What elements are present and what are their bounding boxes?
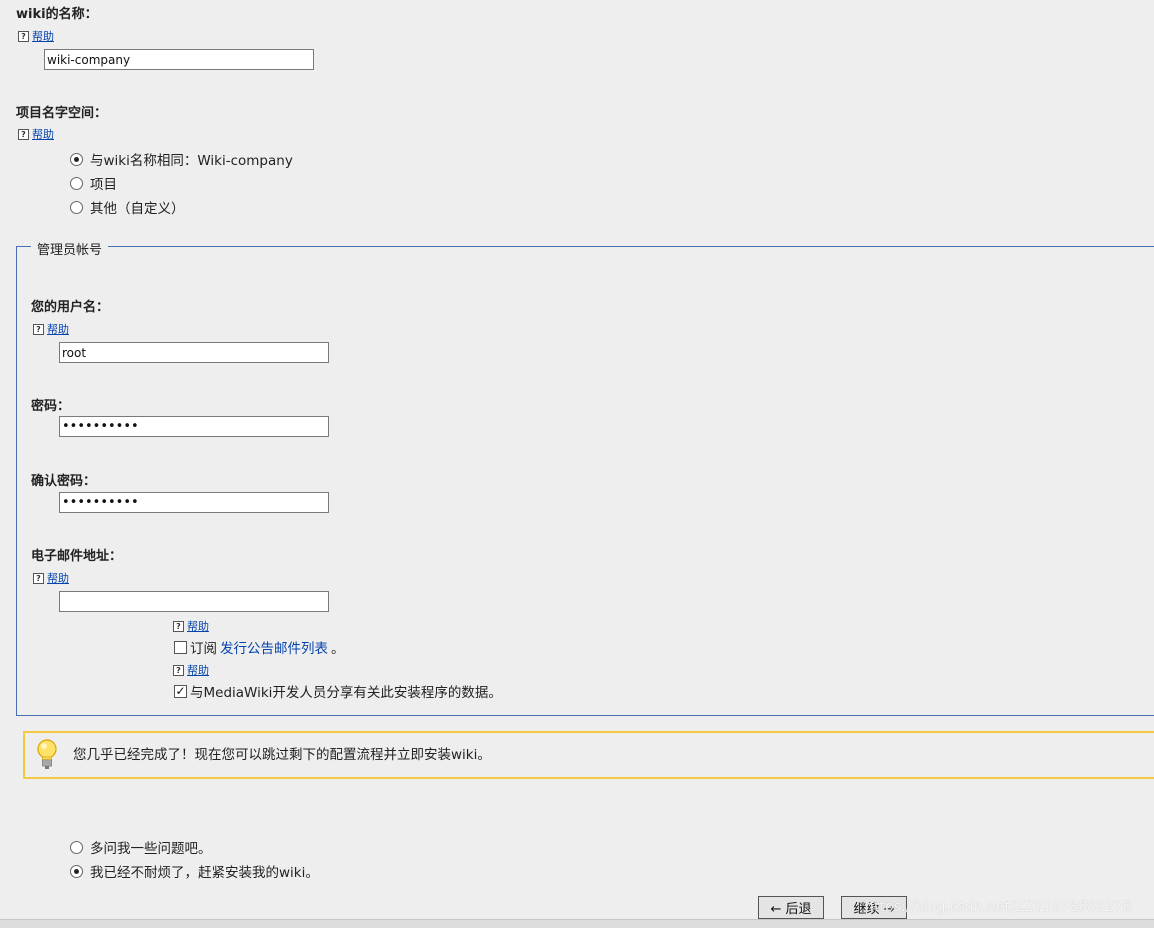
choice-install-now[interactable]: 我已经不耐烦了，赶紧安装我的wiki。 [70, 861, 319, 881]
subscribe-checkbox[interactable] [174, 640, 187, 654]
namespace-option-label: 与wiki名称相同：Wiki-company [90, 153, 293, 169]
namespace-help-link[interactable]: 帮助 [32, 126, 54, 142]
share-help: ? 帮助 [173, 662, 209, 678]
namespace-option-label: 项目 [90, 177, 117, 193]
username-label: 您的用户名： [31, 300, 110, 315]
share-data-checkbox[interactable]: ✓ [174, 684, 187, 698]
share-help-link[interactable]: 帮助 [187, 662, 209, 678]
confirm-password-input[interactable] [59, 492, 329, 513]
radio-button[interactable] [70, 840, 83, 854]
help-icon: ? [33, 323, 44, 335]
help-icon: ? [173, 664, 184, 676]
namespace-help: ? 帮助 [18, 126, 54, 142]
choice-label: 多问我一些问题吧。 [90, 841, 212, 857]
namespace-option-project[interactable]: 项目 [70, 173, 117, 193]
username-input[interactable] [59, 342, 329, 363]
lightbulb-icon [36, 738, 58, 772]
subscribe-help-link[interactable]: 帮助 [187, 618, 209, 634]
back-button[interactable]: ← 后退 [758, 896, 824, 919]
help-icon: ? [18, 30, 29, 42]
subscribe-prefix: 订阅 [190, 641, 217, 657]
wiki-name-help: ? 帮助 [18, 28, 54, 44]
email-help: ? 帮助 [33, 570, 69, 586]
confirm-password-label: 确认密码： [31, 474, 97, 489]
subscribe-suffix: 。 [331, 641, 345, 657]
help-icon: ? [33, 572, 44, 584]
username-help-link[interactable]: 帮助 [47, 321, 69, 337]
subscribe-help: ? 帮助 [173, 618, 209, 634]
choice-label: 我已经不耐烦了，赶紧安装我的wiki。 [90, 865, 319, 881]
subscribe-option[interactable]: 订阅 发行公告邮件列表。 [174, 637, 345, 657]
password-input[interactable] [59, 416, 329, 437]
radio-button[interactable] [70, 864, 83, 878]
admin-account-legend: 管理员帐号 [31, 239, 109, 258]
radio-button[interactable] [70, 200, 83, 214]
radio-button[interactable] [70, 152, 83, 166]
wiki-name-help-link[interactable]: 帮助 [32, 28, 54, 44]
choice-ask-more[interactable]: 多问我一些问题吧。 [70, 837, 212, 857]
radio-button[interactable] [70, 176, 83, 190]
help-icon: ? [18, 128, 29, 140]
share-data-label: 与MediaWiki开发人员分享有关此安装程序的数据。 [190, 685, 502, 701]
announce-list-link[interactable]: 发行公告邮件列表 [220, 637, 328, 657]
email-help-link[interactable]: 帮助 [47, 570, 69, 586]
watermark-text: https://blog.csdn.net/ZZY1078689276 [865, 899, 1132, 915]
email-input[interactable] [59, 591, 329, 612]
namespace-option-other[interactable]: 其他（自定义） [70, 197, 185, 217]
namespace-option-label: 其他（自定义） [90, 201, 185, 217]
notice-text: 您几乎已经完成了！现在您可以跳过剩下的配置流程并立即安装wiki。 [73, 747, 491, 763]
username-help: ? 帮助 [33, 321, 69, 337]
password-label: 密码： [31, 399, 71, 414]
namespace-option-same[interactable]: 与wiki名称相同：Wiki-company [70, 149, 293, 169]
email-label: 电子邮件地址： [31, 549, 123, 564]
wiki-name-label: wiki的名称： [16, 7, 98, 22]
help-icon: ? [173, 620, 184, 632]
share-data-option[interactable]: ✓ 与MediaWiki开发人员分享有关此安装程序的数据。 [174, 681, 502, 701]
namespace-label: 项目名字空间： [16, 106, 108, 121]
wiki-name-input[interactable] [44, 49, 314, 70]
